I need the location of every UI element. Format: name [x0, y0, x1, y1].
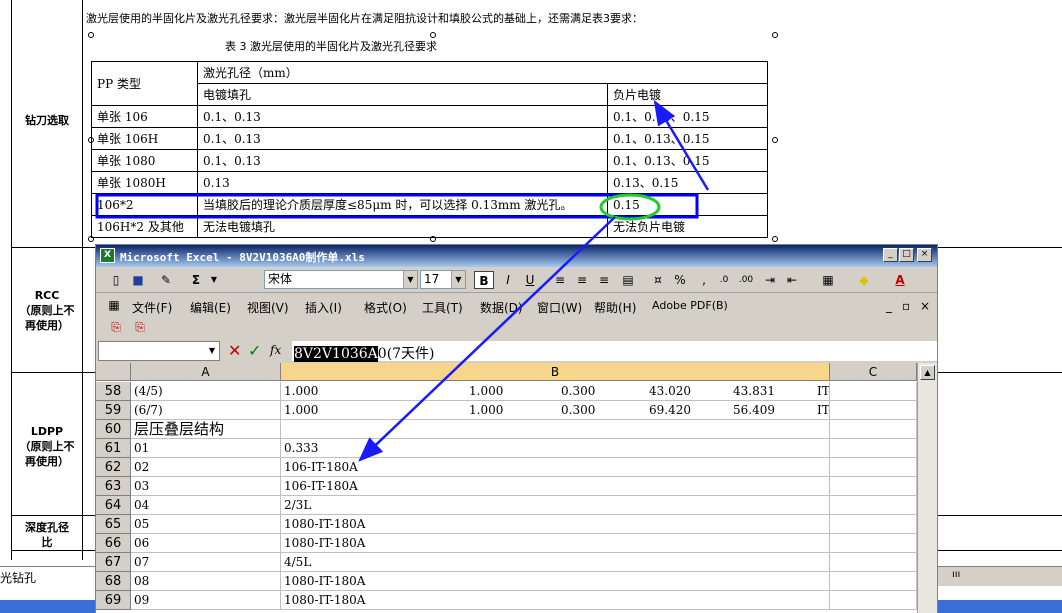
screen: 钻刀选取 RCC （原则上不 再使用） LDPP （原则上不 再使用） 深度孔径… — [0, 0, 1062, 613]
arrow-to-neg-plating — [653, 99, 710, 191]
arrow-to-row-62 — [358, 216, 616, 462]
highlight-circle — [599, 193, 661, 221]
annotation-overlay — [95, 99, 710, 462]
